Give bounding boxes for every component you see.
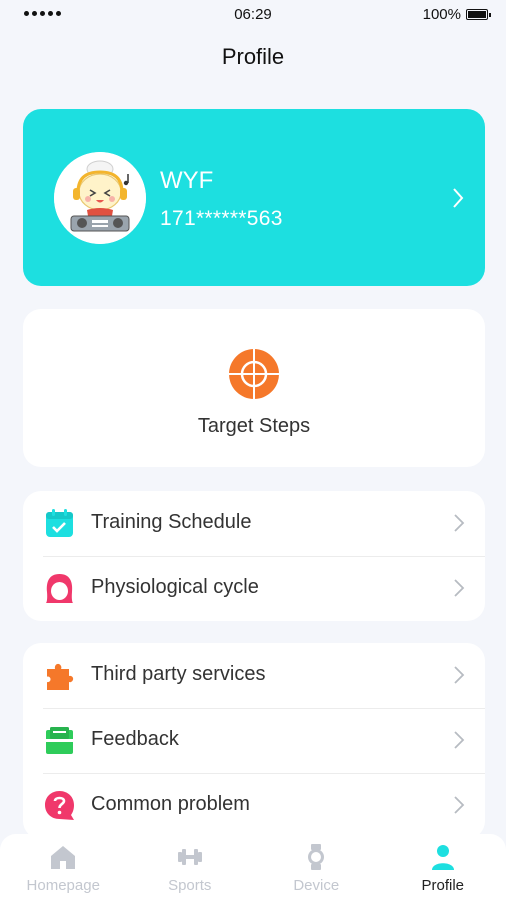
tab-homepage[interactable]: Homepage — [0, 834, 127, 900]
watch-icon — [308, 844, 325, 870]
battery-icon — [466, 9, 491, 20]
menu-item-label: Training Schedule — [91, 511, 252, 533]
menu-item-common-problem[interactable]: Common problem — [23, 773, 485, 838]
puzzle-icon — [47, 663, 74, 690]
chevron-right-icon — [454, 666, 465, 684]
chevron-right-icon[interactable] — [451, 187, 465, 209]
chevron-right-icon — [454, 514, 465, 532]
chevron-right-icon — [454, 796, 465, 814]
menu-item-feedback[interactable]: Feedback — [23, 708, 485, 773]
menu-item-label: Physiological cycle — [91, 576, 259, 598]
avatar-illustration — [54, 152, 146, 244]
home-icon — [51, 846, 76, 869]
user-name: WYF — [160, 167, 214, 194]
menu-group-support: Third party services Feedback Common pro… — [23, 643, 485, 839]
menu-item-physiological-cycle[interactable]: Physiological cycle — [23, 556, 485, 621]
chevron-right-icon — [454, 579, 465, 597]
tab-sports[interactable]: Sports — [127, 834, 254, 900]
feedback-icon — [46, 727, 73, 754]
menu-item-label: Third party services — [91, 663, 266, 685]
target-steps-card[interactable]: Target Steps — [23, 309, 485, 467]
user-phone: 171******563 — [160, 207, 283, 230]
menu-item-label: Feedback — [91, 728, 179, 750]
female-face-icon — [46, 574, 73, 603]
menu-item-third-party-services[interactable]: Third party services — [23, 643, 485, 708]
dumbbell-icon — [177, 849, 202, 865]
question-bubble-icon — [45, 791, 74, 820]
tab-label: Sports — [168, 877, 212, 894]
tab-label: Profile — [421, 877, 465, 894]
battery-status: 100% — [422, 6, 491, 23]
profile-card[interactable]: WYF 171******563 — [23, 109, 485, 286]
bottom-tab-bar: Homepage Sports Device Profile — [0, 834, 506, 900]
tab-device[interactable]: Device — [253, 834, 380, 900]
target-crosshair-icon — [229, 349, 279, 399]
tab-profile[interactable]: Profile — [380, 834, 506, 900]
menu-item-label: Common problem — [91, 793, 250, 815]
chevron-right-icon — [454, 731, 465, 749]
avatar[interactable] — [54, 152, 146, 244]
menu-item-training-schedule[interactable]: Training Schedule — [23, 491, 485, 556]
page-title: Profile — [221, 44, 285, 69]
battery-percent: 100% — [422, 6, 461, 23]
menu-group-health: Training Schedule Physiological cycle — [23, 491, 485, 621]
target-steps-label: Target Steps — [197, 415, 311, 437]
tab-label: Device — [293, 877, 340, 894]
tab-label: Homepage — [26, 877, 100, 894]
person-icon — [431, 845, 454, 870]
calendar-check-icon — [46, 509, 73, 537]
status-bar: 06:29 100% — [0, 0, 506, 30]
